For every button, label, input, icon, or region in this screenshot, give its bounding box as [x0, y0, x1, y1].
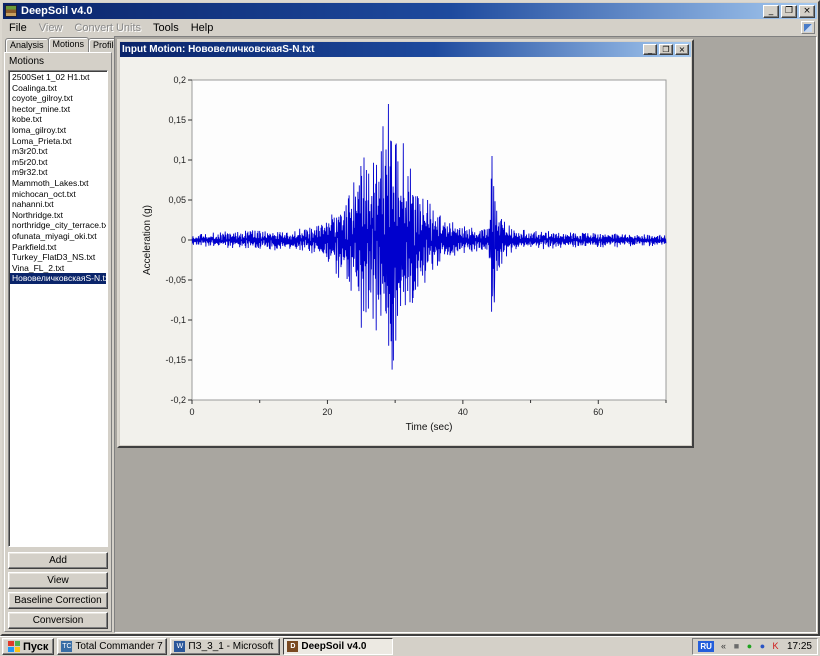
menu-bar-items: FileViewConvert UnitsToolsHelp	[3, 21, 219, 35]
svg-text:-0,2: -0,2	[170, 395, 186, 405]
svg-text:0,15: 0,15	[168, 115, 186, 125]
svg-text:0,05: 0,05	[168, 195, 186, 205]
tray-icon[interactable]: «	[718, 641, 729, 652]
motion-file-item[interactable]: ofunata_miyagi_oki.txt	[10, 231, 106, 242]
svg-text:0: 0	[189, 407, 194, 417]
tray-icon[interactable]: ■	[731, 641, 742, 652]
svg-text:20: 20	[322, 407, 332, 417]
panel-caption: Motions	[9, 56, 107, 67]
maximize-icon[interactable]: ❐	[781, 5, 797, 18]
motion-file-item[interactable]: Northridge.txt	[10, 210, 106, 221]
tray-icon[interactable]: ●	[757, 641, 768, 652]
app-icon	[5, 5, 17, 17]
svg-text:-0,15: -0,15	[165, 355, 186, 365]
child-close-icon[interactable]: ×	[675, 44, 689, 55]
svg-text:Acceleration (g): Acceleration (g)	[142, 205, 153, 275]
chart-area: -0,2 -0,15 -0,1 -0,05 0 0,05 0,1 0,15 0,2 0 20 40 60…	[120, 57, 691, 445]
svg-text:0: 0	[181, 235, 186, 245]
add-button[interactable]: Add	[8, 552, 108, 569]
panel-buttons: Add View Baseline Correction Conversion	[8, 552, 108, 629]
start-button[interactable]: Пуск	[2, 638, 54, 655]
motion-file-item[interactable]: Coalinga.txt	[10, 83, 106, 94]
windows-flag-icon	[8, 641, 20, 652]
svg-text:Time (sec): Time (sec)	[406, 422, 453, 433]
task-icon: D	[287, 641, 298, 652]
window-title: DeepSoil v4.0	[21, 4, 759, 18]
motion-file-list[interactable]: 2500Set 1_02 H1.txtCoalinga.txtcoyote_gi…	[8, 70, 108, 547]
motions-panel: Motions 2500Set 1_02 H1.txtCoalinga.txtc…	[4, 52, 112, 632]
window-controls: _ ❐ ×	[763, 5, 815, 18]
taskbar-task[interactable]: DDeepSoil v4.0	[283, 638, 393, 655]
menu-item-view: View	[33, 21, 69, 35]
menu-item-convert-units: Convert Units	[68, 21, 147, 35]
child-minimize-icon[interactable]: _	[643, 44, 657, 55]
motion-file-item[interactable]: Loma_Prieta.txt	[10, 136, 106, 147]
motion-chart: -0,2 -0,15 -0,1 -0,05 0 0,05 0,1 0,15 0,2 0 20 40 60…	[120, 57, 690, 443]
tray-icon[interactable]: ●	[744, 641, 755, 652]
motion-file-item[interactable]: michocan_oct.txt	[10, 189, 106, 200]
tab-motions[interactable]: Motions	[48, 37, 90, 52]
svg-text:40: 40	[458, 407, 468, 417]
close-icon[interactable]: ×	[799, 5, 815, 18]
motion-file-item[interactable]: 2500Set 1_02 H1.txt	[10, 72, 106, 83]
motion-file-item[interactable]: northridge_city_terrace.txt	[10, 220, 106, 231]
motion-file-item[interactable]: kobe.txt	[10, 114, 106, 125]
tab-strip: AnalysisMotionsProfiles	[4, 36, 112, 52]
conversion-button[interactable]: Conversion	[8, 612, 108, 629]
taskbar: Пуск TCTotal Commander 7.50 - ...WПЗ_3_1…	[0, 636, 820, 656]
taskbar-task[interactable]: WПЗ_3_1 - Microsoft Word	[170, 638, 280, 655]
minimize-icon[interactable]: _	[763, 5, 779, 18]
client-area: AnalysisMotionsProfiles Motions 2500Set …	[2, 36, 818, 634]
menu-item-tools[interactable]: Tools	[147, 21, 185, 35]
svg-text:0,2: 0,2	[173, 75, 186, 85]
motion-file-item[interactable]: НововеличковскаяS-N.txt	[10, 273, 106, 284]
child-window-title: Input Motion: НововеличковскаяS-N.txt	[122, 43, 641, 56]
task-buttons: TCTotal Commander 7.50 - ...WПЗ_3_1 - Mi…	[57, 638, 393, 655]
title-bar: DeepSoil v4.0 _ ❐ ×	[3, 3, 817, 19]
task-label: Total Commander 7.50 - ...	[75, 641, 163, 652]
start-label: Пуск	[23, 641, 48, 653]
baseline-correction-button[interactable]: Baseline Correction	[8, 592, 108, 609]
menu-bar: FileViewConvert UnitsToolsHelp	[2, 19, 818, 36]
menu-item-help[interactable]: Help	[185, 21, 220, 35]
tab-analysis[interactable]: Analysis	[5, 38, 49, 52]
taskbar-clock: 17:25	[785, 641, 812, 652]
motion-file-item[interactable]: Mammoth_Lakes.txt	[10, 178, 106, 189]
svg-text:-0,1: -0,1	[170, 315, 186, 325]
menu-corner-icon[interactable]	[801, 21, 815, 34]
svg-text:-0,05: -0,05	[165, 275, 186, 285]
motion-file-item[interactable]: m5r20.txt	[10, 157, 106, 168]
input-motion-window: Input Motion: НововеличковскаяS-N.txt _ …	[117, 39, 694, 448]
task-label: DeepSoil v4.0	[301, 641, 366, 652]
tray-icons: «■●●K	[718, 641, 781, 652]
motion-file-item[interactable]: m9r32.txt	[10, 167, 106, 178]
motion-file-item[interactable]: nahanni.txt	[10, 199, 106, 210]
deepsoil-window: DeepSoil v4.0 _ ❐ × FileViewConvert Unit…	[0, 0, 820, 636]
language-indicator[interactable]: RU	[698, 641, 714, 652]
menu-item-file[interactable]: File	[3, 21, 33, 35]
task-label: ПЗ_3_1 - Microsoft Word	[188, 641, 276, 652]
svg-text:60: 60	[593, 407, 603, 417]
motion-file-item[interactable]: Turkey_FlatD3_NS.txt	[10, 252, 106, 263]
motion-file-item[interactable]: Parkfield.txt	[10, 242, 106, 253]
task-icon: TC	[61, 641, 72, 652]
child-maximize-icon[interactable]: ❐	[659, 44, 673, 55]
motion-file-item[interactable]: hector_mine.txt	[10, 104, 106, 115]
tray-icon[interactable]: K	[770, 641, 781, 652]
child-window-controls: _ ❐ ×	[643, 44, 689, 55]
view-button[interactable]: View	[8, 572, 108, 589]
motion-file-item[interactable]: m3r20.txt	[10, 146, 106, 157]
system-tray: RU «■●●K 17:25	[692, 638, 818, 655]
taskbar-task[interactable]: TCTotal Commander 7.50 - ...	[57, 638, 167, 655]
mdi-area: Input Motion: НововеличковскаяS-N.txt _ …	[114, 36, 817, 633]
motion-file-item[interactable]: loma_gilroy.txt	[10, 125, 106, 136]
child-title-bar: Input Motion: НововеличковскаяS-N.txt _ …	[120, 42, 691, 57]
motion-file-item[interactable]: coyote_gilroy.txt	[10, 93, 106, 104]
svg-text:0,1: 0,1	[173, 155, 186, 165]
left-column: AnalysisMotionsProfiles Motions 2500Set …	[2, 36, 114, 634]
motion-file-item[interactable]: Vina_FL_2.txt	[10, 263, 106, 274]
task-icon: W	[174, 641, 185, 652]
